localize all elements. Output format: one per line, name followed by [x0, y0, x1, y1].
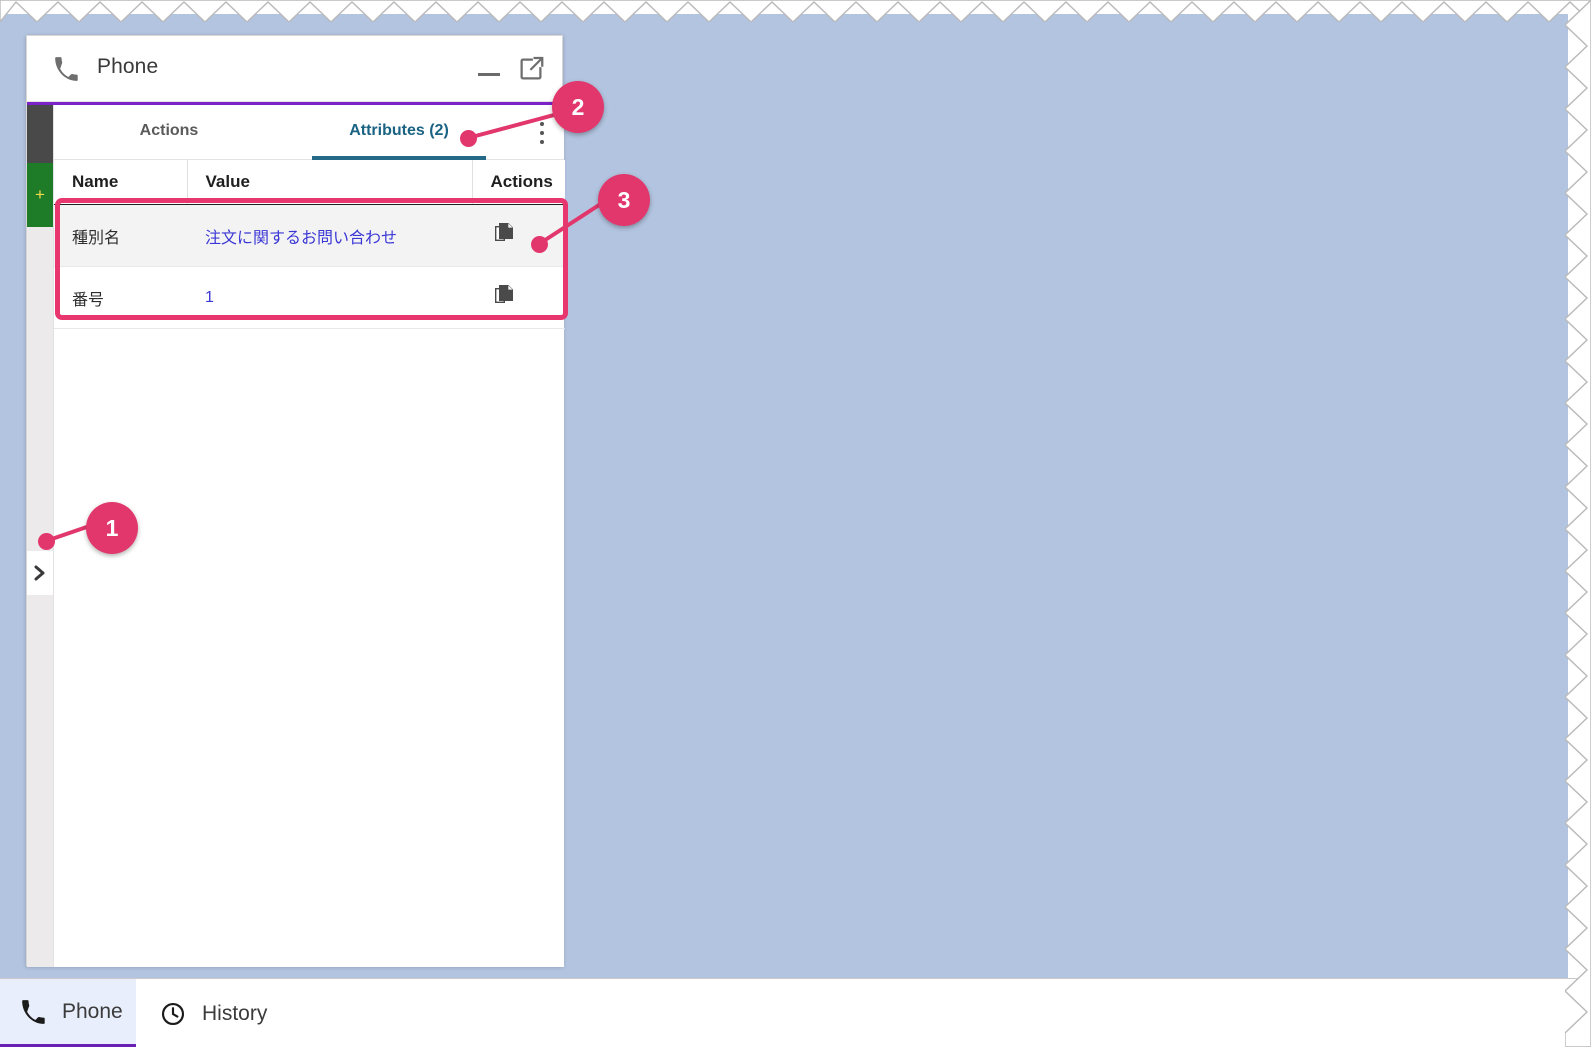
table-row[interactable]: 番号 1: [54, 266, 565, 329]
table-row[interactable]: 種別名 注文に関するお問い合わせ: [54, 204, 565, 267]
popout-icon[interactable]: [516, 54, 546, 84]
window-titlebar: Phone: [27, 36, 562, 102]
tab-attributes[interactable]: Attributes (2): [284, 105, 514, 160]
cell-attribute-value[interactable]: 1: [187, 266, 472, 329]
torn-edge-top: [0, 0, 1591, 22]
expand-panel-chevron-icon[interactable]: [27, 551, 53, 595]
cell-attribute-name: 種別名: [54, 204, 187, 267]
cell-attribute-name: 番号: [54, 266, 187, 329]
column-header-name: Name: [54, 160, 188, 205]
kebab-menu-icon[interactable]: [528, 119, 556, 147]
phone-icon: [53, 56, 79, 82]
column-header-value: Value: [187, 160, 473, 205]
left-rail: +: [27, 105, 53, 967]
taskbar-item-history[interactable]: History: [150, 979, 320, 1047]
cell-attribute-actions: [472, 204, 565, 267]
copy-icon[interactable]: [494, 283, 516, 307]
torn-edge-right: [1565, 0, 1591, 1047]
accent-rule: [27, 102, 564, 105]
add-icon[interactable]: +: [27, 163, 53, 227]
rail-segment-gray-lower: [27, 595, 53, 967]
tabbar: Actions Attributes (2): [54, 105, 564, 160]
table-header-row: Name Value Actions: [54, 160, 565, 205]
content-pane: Actions Attributes (2) Name Value Action…: [53, 105, 565, 967]
taskbar: Phone History: [0, 978, 1591, 1047]
cell-attribute-actions: [472, 266, 565, 329]
phone-icon: [20, 999, 46, 1025]
rail-segment-dark: [27, 105, 53, 163]
phone-app-window: Phone + Actions Attributes (2) Name Valu…: [26, 35, 565, 967]
clock-icon: [160, 1001, 186, 1027]
cell-attribute-value[interactable]: 注文に関するお問い合わせ: [187, 204, 472, 267]
screenshot-stage: Phone + Actions Attributes (2) Name Valu…: [0, 0, 1591, 1047]
copy-icon[interactable]: [494, 221, 516, 245]
minimize-icon[interactable]: [474, 54, 504, 84]
tab-actions[interactable]: Actions: [54, 105, 284, 160]
taskbar-item-phone[interactable]: Phone: [0, 979, 136, 1047]
taskbar-item-label: History: [202, 1001, 268, 1025]
taskbar-item-label: Phone: [62, 999, 123, 1023]
column-header-actions: Actions: [472, 160, 565, 205]
attributes-table: Name Value Actions 種別名 注文に関するお問い合わせ 番号 1: [54, 160, 565, 329]
rail-segment-gray-upper: [27, 227, 53, 551]
window-title: Phone: [97, 55, 159, 78]
